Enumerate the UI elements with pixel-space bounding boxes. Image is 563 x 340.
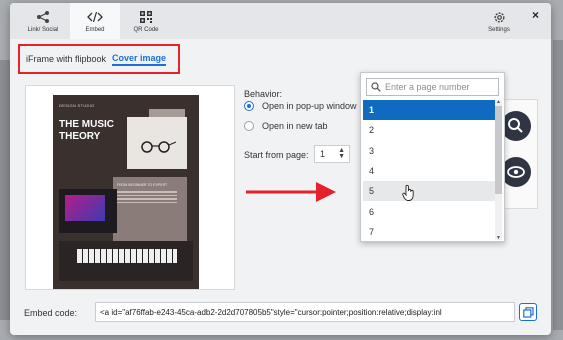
page-option-6[interactable]: 6 [363,201,495,221]
dropdown-scrollbar[interactable]: ▲ ▼ [495,99,502,241]
tab-qr-code[interactable]: QR Code [120,3,172,39]
radio-popup-label: Open in pop-up window [262,101,357,111]
red-arrow-icon [246,182,336,202]
page-option-1[interactable]: 1 [363,100,495,121]
page-option-7[interactable]: 7 [363,222,495,240]
cover-laptop-image [59,189,117,233]
cover-keyboard-image [59,241,193,281]
tab-embed-label: Embed [85,27,105,33]
scroll-up-icon[interactable]: ▲ [495,99,502,105]
page-search-input[interactable] [385,82,495,92]
embed-subtabs: iFrame with flipbook Cover image [18,44,180,74]
radio-button-checked[interactable] [244,101,254,111]
glasses-icon [141,141,177,153]
tab-link-social-label: Link/ Social [27,27,59,33]
cover-panel-lines [117,191,177,205]
cover-text-panel: FROM BEGINNER TO EXPERT [113,177,187,241]
close-icon[interactable]: × [532,8,539,22]
subtab-cover-image[interactable]: Cover image [112,53,167,66]
cover-image: DESIGN STUDIO THE MUSIC THEORY FROM BEGI… [53,95,199,289]
share-icon [36,10,50,24]
settings-button[interactable]: Settings [474,3,524,39]
page-option-5[interactable]: 5 [363,181,495,202]
page-number-dropdown: 1 2 3 4 5 6 7 ▲ ▼ [360,72,505,242]
start-page-label: Start from page: [244,150,309,160]
search-icon [371,82,381,92]
hand-cursor-icon [402,184,414,201]
scroll-down-icon[interactable]: ▼ [495,235,502,241]
search-icon [508,118,523,133]
settings-label: Settings [488,27,510,33]
radio-popup-window[interactable]: Open in pop-up window [244,101,357,111]
start-page-value: 1 [320,149,326,159]
copy-button[interactable] [519,303,537,321]
radio-button[interactable] [244,121,254,131]
subtab-iframe-flipbook[interactable]: iFrame with flipbook [26,54,106,64]
radio-new-tab-label: Open in new tab [262,121,328,131]
tab-link-social[interactable]: Link/ Social [16,3,70,39]
preview-button[interactable] [501,157,531,187]
eye-icon [507,166,525,178]
tab-qr-code-label: QR Code [133,27,159,33]
qr-icon [140,10,152,24]
zoom-button[interactable] [501,111,531,141]
tab-embed[interactable]: Embed [70,3,120,39]
updown-icon: ▲ ▼ [338,147,345,160]
behavior-label: Behavior: [244,89,283,99]
page-option-4[interactable]: 4 [363,161,495,181]
share-dialog: Link/ Social Embed QR Code Settings × iF… [10,3,551,335]
embed-code-label: Embed code: [24,308,78,318]
scrollbar-thumb[interactable] [495,106,502,194]
backdrop-left-strip [0,60,10,320]
dialog-toolbar: Link/ Social Embed QR Code Settings × [10,3,551,39]
cover-preview-frame: DESIGN STUDIO THE MUSIC THEORY FROM BEGI… [25,85,235,290]
code-icon [87,10,103,24]
cover-title: THE MUSIC THEORY [59,119,114,142]
embed-code-field[interactable]: <a id="af76ffab-e243-45ca-adb2-2d2d70780… [95,302,515,322]
start-page-select[interactable]: 1 ▲ ▼ [314,145,350,163]
gear-icon [493,10,506,24]
cover-chip: DESIGN STUDIO [59,103,95,108]
page-option-2[interactable]: 2 [363,120,495,140]
page-search-box[interactable] [366,78,499,96]
copy-icon [522,306,534,318]
page-number-list: 1 2 3 4 5 6 7 [363,100,495,240]
cover-panel-text: FROM BEGINNER TO EXPERT [117,183,168,187]
page-option-3[interactable]: 3 [363,141,495,161]
radio-new-tab[interactable]: Open in new tab [244,121,328,131]
backdrop-right-strip [553,40,563,330]
